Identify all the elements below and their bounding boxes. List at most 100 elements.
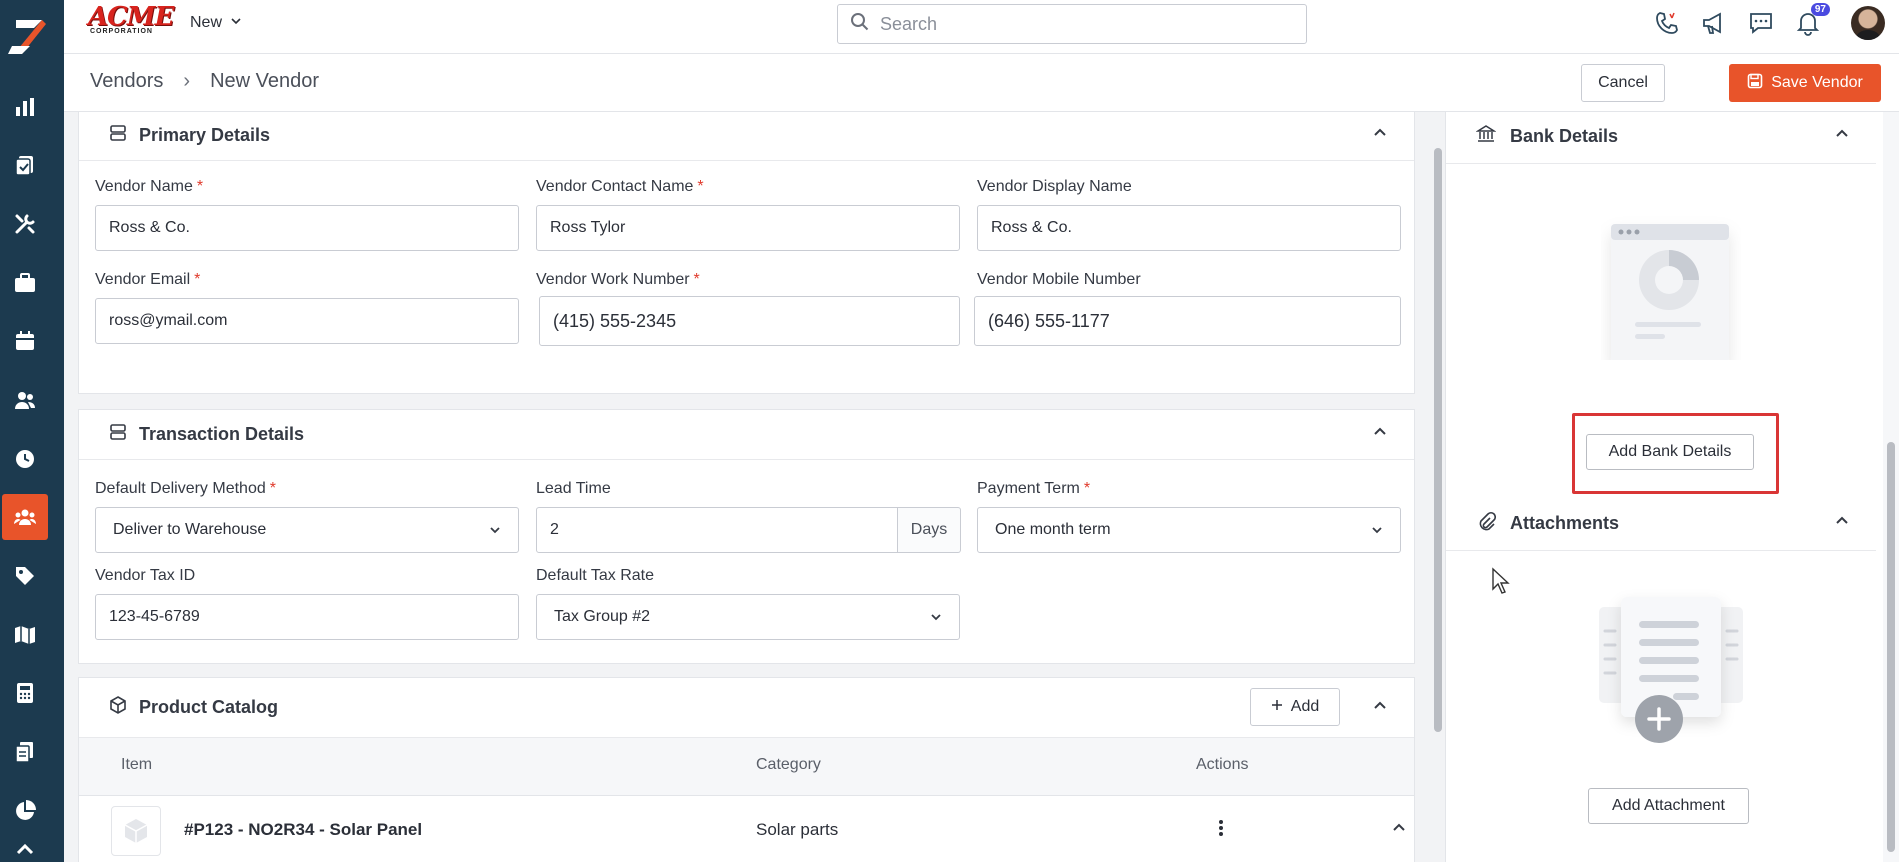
- lead-time-input[interactable]: [536, 507, 898, 553]
- add-attachment-button[interactable]: Add Attachment: [1588, 788, 1749, 824]
- list-icon: [109, 423, 127, 446]
- vendor-mobile-number-input[interactable]: [974, 296, 1401, 346]
- right-panel-scrollbar-thumb[interactable]: [1887, 442, 1895, 852]
- left-sidebar: [0, 0, 64, 862]
- users-icon[interactable]: [2, 377, 48, 423]
- vendor-work-number-label: Vendor Work Number *: [536, 271, 700, 288]
- notification-badge: 97: [1810, 3, 1830, 16]
- default-tax-rate-select[interactable]: Tax Group #2: [536, 594, 960, 640]
- vendor-name-label: Vendor Name *: [95, 178, 204, 195]
- cancel-button[interactable]: Cancel: [1581, 64, 1665, 102]
- chevron-up-icon[interactable]: [1391, 820, 1407, 841]
- vendor-name-input[interactable]: [95, 205, 519, 251]
- mouse-cursor-icon: [1491, 567, 1511, 600]
- payment-term-value: One month term: [995, 521, 1111, 538]
- files-icon[interactable]: [2, 729, 48, 775]
- brand-sub: CORPORATION: [90, 28, 153, 35]
- lead-time-unit: Days: [898, 507, 961, 553]
- top-bar: ACME CORPORATION New 97: [64, 0, 1899, 54]
- bank-details-header[interactable]: Bank Details: [1446, 112, 1876, 164]
- column-category: Category: [756, 756, 821, 773]
- product-catalog-header[interactable]: Product Catalog Add: [79, 678, 1414, 738]
- add-product-label: Add: [1290, 698, 1320, 715]
- transaction-details-header[interactable]: Transaction Details: [79, 410, 1414, 460]
- breadcrumb: Vendors › New Vendor: [90, 70, 319, 93]
- right-panel: Bank Details Add Bank Details Attachment…: [1445, 112, 1899, 862]
- vendor-display-name-label: Vendor Display Name: [977, 178, 1132, 195]
- chevron-down-icon: [1370, 523, 1384, 542]
- default-tax-rate-value: Tax Group #2: [554, 608, 651, 625]
- delivery-method-label: Default Delivery Method *: [95, 480, 276, 497]
- pie-chart-icon[interactable]: [2, 788, 48, 834]
- calculator-icon[interactable]: [2, 670, 48, 716]
- vendor-email-label: Vendor Email *: [95, 271, 201, 288]
- column-actions: Actions: [1196, 756, 1249, 773]
- bell-icon[interactable]: 97: [1794, 3, 1830, 37]
- table-row[interactable]: #P123 - NO2R34 - Solar Panel Solar parts: [79, 796, 1414, 862]
- vendor-mobile-number-label: Vendor Mobile Number: [977, 271, 1141, 288]
- vendor-tax-id-label: Vendor Tax ID: [95, 567, 196, 584]
- chevron-up-icon[interactable]: [1834, 513, 1850, 534]
- chevron-down-icon: [230, 14, 242, 32]
- page-header: Vendors › New Vendor Cancel Save Vendor: [64, 54, 1899, 112]
- right-panel-scrollbar[interactable]: [1883, 112, 1899, 862]
- save-icon: [1747, 73, 1763, 94]
- transaction-details-title: Transaction Details: [139, 424, 305, 444]
- lead-time-label: Lead Time: [536, 480, 611, 497]
- plus-icon: [1271, 698, 1283, 716]
- app-logo-icon[interactable]: [4, 14, 50, 60]
- main-scrollbar[interactable]: [1431, 112, 1445, 862]
- search-icon: [850, 12, 870, 37]
- chat-icon[interactable]: [1747, 9, 1775, 37]
- map-icon[interactable]: [2, 612, 48, 658]
- chevron-up-icon[interactable]: [1834, 126, 1850, 147]
- tools-icon[interactable]: [2, 201, 48, 247]
- phone-icon[interactable]: [1653, 9, 1681, 37]
- megaphone-icon[interactable]: [1700, 9, 1728, 37]
- delivery-method-select[interactable]: Deliver to Warehouse: [95, 507, 519, 553]
- vendor-work-number-input[interactable]: [539, 296, 960, 346]
- vendor-tax-id-input[interactable]: [95, 594, 519, 640]
- default-tax-rate-label: Default Tax Rate: [536, 567, 654, 584]
- box-icon: [109, 696, 127, 719]
- brand-name: ACME: [88, 2, 174, 32]
- product-item-name: #P123 - NO2R34 - Solar Panel: [184, 820, 423, 839]
- new-menu-button[interactable]: New: [190, 14, 242, 32]
- calendar-icon[interactable]: [2, 318, 48, 364]
- transaction-details-card: Transaction Details Default Delivery Met…: [78, 409, 1415, 664]
- chevron-up-icon[interactable]: [1372, 698, 1388, 719]
- tag-icon[interactable]: [2, 553, 48, 599]
- reports-icon[interactable]: [2, 84, 48, 130]
- briefcase-icon[interactable]: [2, 260, 48, 306]
- primary-details-header[interactable]: Primary Details: [79, 112, 1414, 161]
- payment-term-select[interactable]: One month term: [977, 507, 1401, 553]
- documents-icon[interactable]: [2, 142, 48, 188]
- main-scrollbar-thumb[interactable]: [1434, 148, 1442, 732]
- company-logo[interactable]: ACME CORPORATION: [88, 2, 174, 40]
- vendor-display-name-input[interactable]: [977, 205, 1401, 251]
- page-title: New Vendor: [210, 70, 320, 92]
- clock-icon[interactable]: [2, 436, 48, 482]
- breadcrumb-vendors[interactable]: Vendors: [90, 70, 163, 93]
- attachments-illustration: [1591, 589, 1751, 754]
- chevron-up-icon[interactable]: [1372, 424, 1388, 445]
- attachments-header[interactable]: Attachments: [1446, 497, 1876, 551]
- add-bank-details-button[interactable]: Add Bank Details: [1586, 434, 1754, 470]
- breadcrumb-separator: ›: [183, 70, 191, 92]
- more-vertical-icon[interactable]: [1218, 818, 1224, 843]
- add-product-button[interactable]: Add: [1250, 688, 1340, 726]
- vendors-icon[interactable]: [2, 494, 48, 540]
- avatar[interactable]: [1851, 6, 1885, 40]
- search-box[interactable]: [837, 4, 1307, 44]
- more-icon[interactable]: [2, 840, 48, 862]
- primary-details-title: Primary Details: [139, 125, 271, 145]
- search-input[interactable]: [880, 13, 1280, 35]
- vendor-contact-name-label: Vendor Contact Name *: [536, 178, 704, 195]
- chevron-up-icon[interactable]: [1372, 125, 1388, 146]
- bank-icon: [1475, 124, 1497, 149]
- vendor-email-input[interactable]: [95, 298, 519, 344]
- vendor-contact-name-input[interactable]: [536, 205, 960, 251]
- save-vendor-button[interactable]: Save Vendor: [1729, 64, 1881, 102]
- table-header: Item Category Actions: [79, 738, 1414, 796]
- bank-details-title: Bank Details: [1510, 126, 1619, 146]
